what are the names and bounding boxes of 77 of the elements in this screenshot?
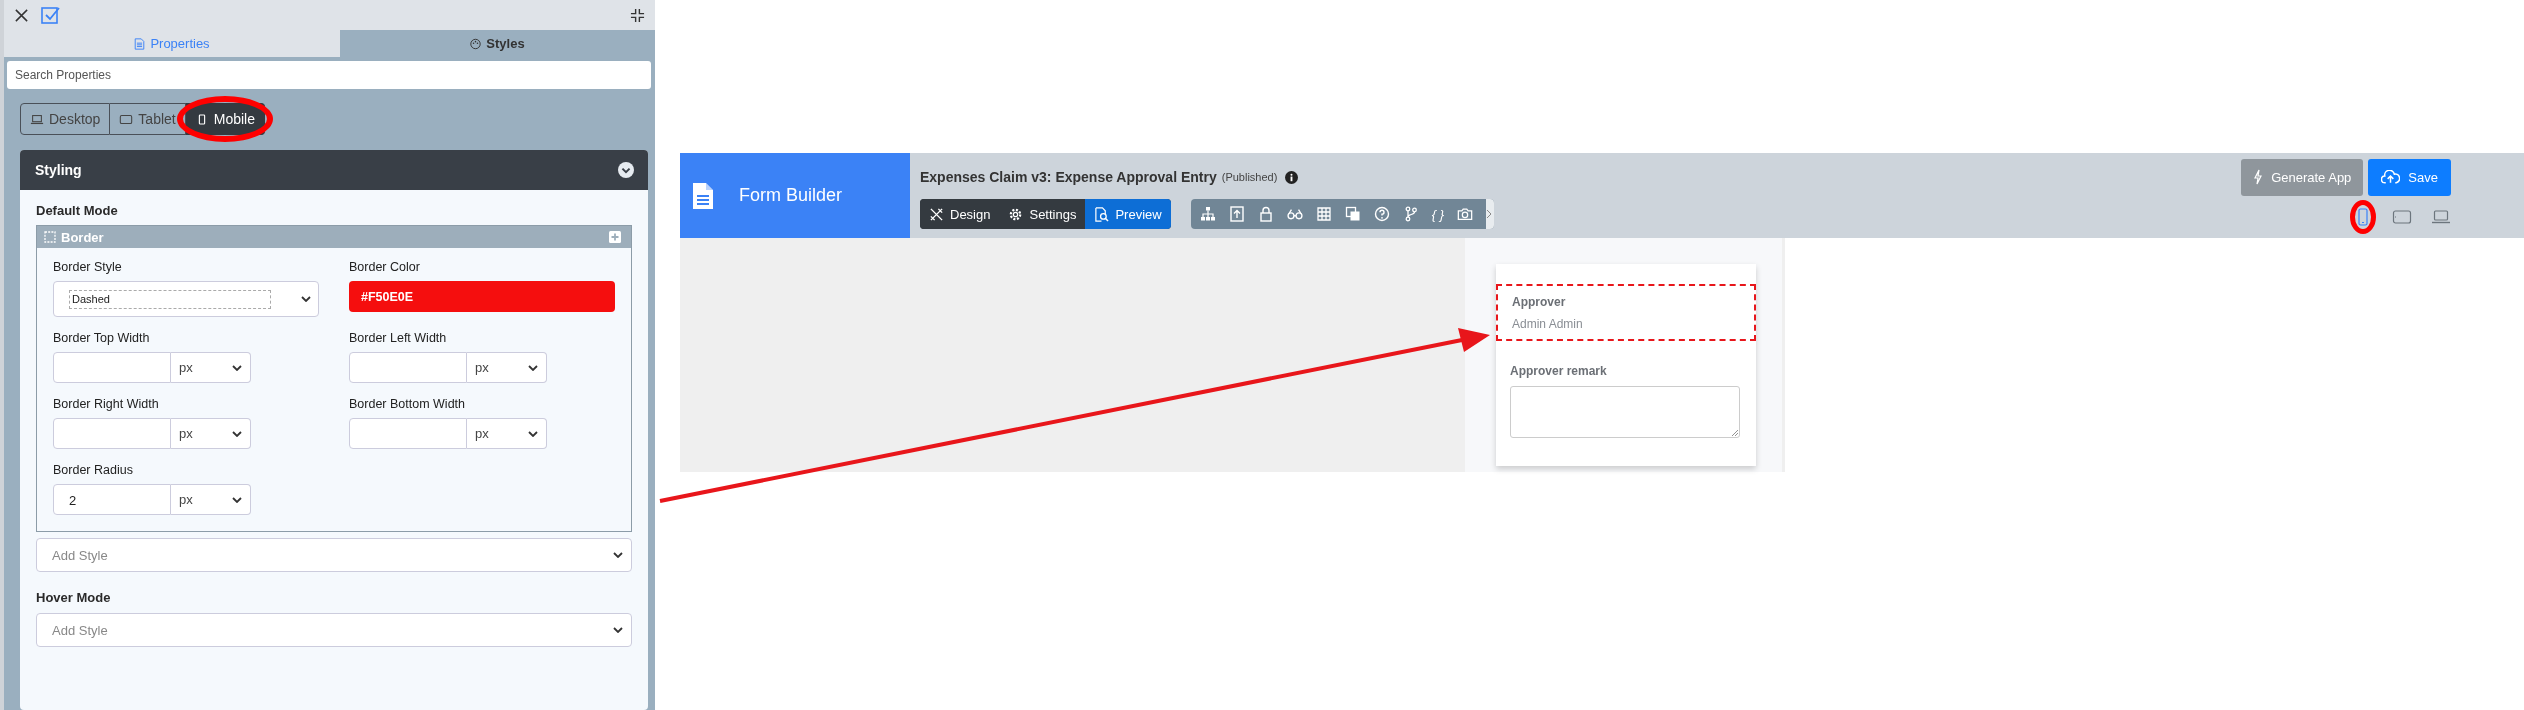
caret-icon [613,552,623,558]
caret-icon [528,430,538,437]
close-icon[interactable] [14,7,29,23]
document-search-icon [1094,206,1110,222]
field-value: Admin Admin [1512,317,1584,331]
color-field[interactable]: #F50E0E [349,281,615,312]
form-title: Expenses Claim v3: Expense Approval Entry [920,169,1217,185]
select-value: Dashed [69,289,271,309]
input-field[interactable] [349,418,467,449]
device-toggle[interactable]: Tablet [110,103,186,135]
tablet-icon [2392,207,2412,227]
field-label: Border Top Width [53,331,151,345]
scroll-tab[interactable] [1486,199,1494,229]
section-label: Hover Mode [36,590,112,605]
styling-header[interactable]: Styling [20,150,648,190]
copy-icon[interactable] [1344,206,1361,222]
unit-select[interactable]: px [171,418,251,449]
unit-select[interactable]: px [171,352,251,383]
hierarchy-icon[interactable] [1199,206,1216,222]
field-label: Approver [1512,295,1567,309]
add-style-select[interactable]: Add Style [36,538,632,572]
field-label: Approver remark [1510,364,1608,378]
field-label: Border Style [53,260,123,274]
border-style-select[interactable]: Dashed [53,281,319,317]
input-field[interactable] [349,352,467,383]
textarea-field[interactable] [1510,386,1740,438]
app-title: Form Builder [739,185,843,206]
unit-select[interactable]: px [467,418,547,449]
view-toggle[interactable] [2392,207,2412,227]
gear-icon [1008,206,1024,222]
save-button[interactable]: Save [2368,158,2451,196]
tablet-icon [119,113,134,125]
input-field[interactable] [53,418,171,449]
field-label: Border Right Width [53,397,160,411]
input-field[interactable]: 2 [53,484,171,515]
grid-icon[interactable] [1315,206,1332,222]
laptop-icon [30,113,44,125]
checkbox-icon[interactable] [41,5,61,26]
palette-icon [470,37,482,50]
mode-tab[interactable]: Preview [1085,199,1171,229]
resize-grip-icon[interactable] [1731,429,1739,437]
collapse-icon[interactable] [630,7,645,23]
input-field[interactable] [53,352,171,383]
chevron-icon [1486,209,1492,219]
field-label: Border Bottom Width [349,397,466,411]
lock-icon[interactable] [1257,206,1274,222]
field-label: Border Left Width [349,331,448,345]
status-text: (Published) [1221,171,1278,183]
unit-select[interactable]: px [171,484,251,515]
lightning-icon [2253,169,2264,185]
document-icon [692,181,714,210]
add-style-select[interactable]: Add Style [36,613,632,647]
section-label: Default Mode [36,203,119,218]
caret-icon [232,496,242,503]
unit-select[interactable]: px [467,352,547,383]
info-icon[interactable] [1285,170,1299,184]
caret-icon [528,364,538,371]
border-icon [44,231,56,243]
caret-icon [232,364,242,371]
field-label: Border Radius [53,463,134,477]
caret-icon [232,430,242,437]
document-icon [134,37,146,50]
tools-icon [929,206,944,222]
braces-button[interactable]: { } [1431,206,1444,222]
panel-tab[interactable]: Styles [340,30,655,57]
help-icon[interactable] [1373,206,1390,222]
device-toggle[interactable]: Desktop [20,103,111,135]
camera-icon[interactable] [1457,206,1473,222]
cloud-upload-icon [2381,170,2401,184]
upload-icon[interactable] [1228,206,1245,222]
caret-icon [301,296,311,302]
chevron-icon[interactable] [618,162,634,178]
field-label: Border Color [349,260,421,274]
section-title: Border [61,229,104,245]
plus-icon[interactable] [609,231,621,243]
search-field[interactable]: Search Properties [7,61,651,89]
caret-icon [613,627,623,633]
